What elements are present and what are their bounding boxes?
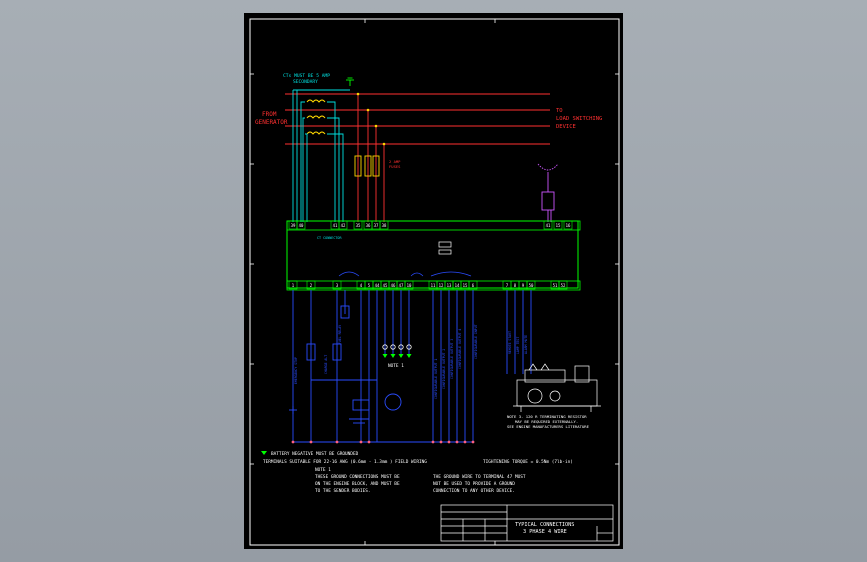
- bottom-terminal-label: 10: [407, 283, 412, 288]
- engine-sensor-device: [537, 163, 559, 222]
- top-terminal-label: 35: [356, 223, 361, 228]
- bottom-terminal-label: 14: [455, 283, 460, 288]
- tightening-torque-note: TIGHTENING TORQUE = 0.5Nm (7lb-in): [483, 459, 573, 465]
- note2-line3: CONNECTION TO ANY OTHER DEVICE.: [433, 488, 515, 494]
- frame-ticks: [250, 19, 619, 545]
- from-generator-label: FROM: [262, 111, 277, 118]
- svg-text:CONFIGURABLE INPUT: CONFIGURABLE INPUT: [474, 324, 478, 359]
- top-terminal-strip: 39 40 41 42 35 36 37 38: [288, 220, 389, 230]
- ct-note-line1: CTs MUST BE 5 AMP: [283, 73, 330, 79]
- note2-line1: THE GROUND WIRE TO TERMINAL 47 MUST: [433, 474, 526, 480]
- drawing-frame: [249, 18, 620, 546]
- bottom-terminal-label: 4: [360, 283, 363, 288]
- note1-line2: ON THE ENGINE BLOCK, AND MUST BE: [315, 481, 400, 487]
- bottom-terminal-label: 6: [472, 283, 475, 288]
- svg-text:ALARM MUTE: ALARM MUTE: [524, 335, 528, 354]
- top-right-terminal-label: 41: [546, 223, 551, 228]
- top-terminal-label: 37: [374, 223, 379, 228]
- ct-note-line2: SECONDARY: [293, 79, 318, 85]
- bottom-terminal-label: 3: [336, 283, 339, 288]
- bottom-terminal-label: 46: [391, 283, 396, 288]
- module-symbol: [438, 241, 452, 248]
- svg-text:CONFIGURABLE OUTPUT 3: CONFIGURABLE OUTPUT 3: [450, 339, 454, 379]
- top-terminal-label: 39: [291, 223, 296, 228]
- ground-icon: [346, 77, 354, 86]
- top-terminal-label: 42: [341, 223, 346, 228]
- bottom-terminal-label: 47: [399, 283, 404, 288]
- from-generator-label-2: GENERATOR: [255, 119, 288, 126]
- bottom-terminal-label: 44: [375, 283, 380, 288]
- bottom-terminal-label: 13: [447, 283, 452, 288]
- ct-connector-caption: CT CONNECTOR: [317, 236, 342, 240]
- svg-text:FUEL RELAY: FUEL RELAY: [338, 325, 342, 344]
- bottom-terminal-label: 11: [431, 283, 436, 288]
- svg-text:LAMP TEST: LAMP TEST: [516, 337, 520, 354]
- bottom-terminal-label: 7: [506, 283, 509, 288]
- top-right-terminal-label: 16: [566, 223, 571, 228]
- note2-line2: NOT BE USED TO PROVIDE A GROUND: [433, 481, 515, 487]
- ground-triangle-icon: [261, 451, 267, 455]
- note1-line3: TO THE SENDER BODIES.: [315, 488, 371, 494]
- bottom-terminal-label: 2: [310, 283, 313, 288]
- title-line1: TYPICAL CONNECTIONS: [515, 522, 574, 528]
- bottom-terminal-label: 8: [514, 283, 517, 288]
- wire-labels: EMERGENCY STOP CHARGE ALT FUEL RELAY CON…: [294, 324, 528, 399]
- bottom-terminal-label: 12: [439, 283, 444, 288]
- svg-text:CONFIGURABLE OUTPUT 2: CONFIGURABLE OUTPUT 2: [442, 349, 446, 389]
- bottom-terminal-label: 52: [561, 283, 566, 288]
- top-terminal-label: 41: [333, 223, 338, 228]
- bottom-left-arcs: [338, 271, 472, 277]
- bottom-terminal-label: 15: [463, 283, 468, 288]
- note1-line1: THESE GROUND CONNECTIONS MUST BE: [315, 474, 400, 480]
- bottom-terminal-label: 1: [292, 283, 295, 288]
- svg-text:EMERGENCY STOP: EMERGENCY STOP: [294, 357, 298, 384]
- note1-marker: NOTE 1: [388, 363, 404, 369]
- top-right-terminal-label: 15: [556, 223, 561, 228]
- bottom-terminal-label: 45: [383, 283, 388, 288]
- terminals-suitable-note: TERMINALS SUITABLE FOR 22-16 AWG (0.6mm …: [263, 459, 427, 465]
- bottom-terminal-label: 50: [529, 283, 534, 288]
- note3-line3: SEE ENGINE MANUFACTURERS LITERATURE: [507, 424, 590, 429]
- sender-grounds: [382, 344, 412, 358]
- svg-text:CONFIGURABLE OUTPUT 4: CONFIGURABLE OUTPUT 4: [458, 329, 462, 369]
- ct-coils: [306, 99, 326, 135]
- battery-negative-note: BATTERY NEGATIVE MUST BE GROUNDED: [271, 451, 359, 457]
- title-line2: 3 PHASE 4 WIRE: [523, 529, 567, 535]
- to-load-label-3: DEVICE: [556, 124, 576, 130]
- svg-text:CHARGE ALT: CHARGE ALT: [324, 355, 328, 374]
- to-load-label-2: LOAD SWITCHING: [556, 116, 602, 122]
- note1-heading: NOTE 1: [315, 467, 331, 473]
- top-terminal-label: 36: [366, 223, 371, 228]
- bottom-terminal-label: 5: [368, 283, 371, 288]
- junction-dots: [356, 92, 386, 146]
- bottom-terminal-label: 9: [522, 283, 525, 288]
- drawing-sheet: CTs MUST BE 5 AMP SECONDARY FROM GENERAT…: [244, 13, 623, 549]
- fuses-label-2: FUSES: [389, 164, 401, 169]
- fuses: [354, 155, 380, 177]
- svg-text:REMOTE START: REMOTE START: [508, 331, 512, 354]
- controller-module: [286, 220, 581, 291]
- top-right-terminal-strip: 41 15 16: [543, 220, 573, 230]
- svg-text:CONFIGURABLE OUTPUT 1: CONFIGURABLE OUTPUT 1: [434, 359, 438, 399]
- wiring-diagram: CTs MUST BE 5 AMP SECONDARY FROM GENERAT…: [249, 18, 620, 546]
- engine-icon: [513, 363, 601, 412]
- to-load-label: TO: [556, 108, 563, 114]
- top-terminal-label: 40: [299, 223, 304, 228]
- bottom-terminal-label: 51: [553, 283, 558, 288]
- top-terminal-label: 38: [382, 223, 387, 228]
